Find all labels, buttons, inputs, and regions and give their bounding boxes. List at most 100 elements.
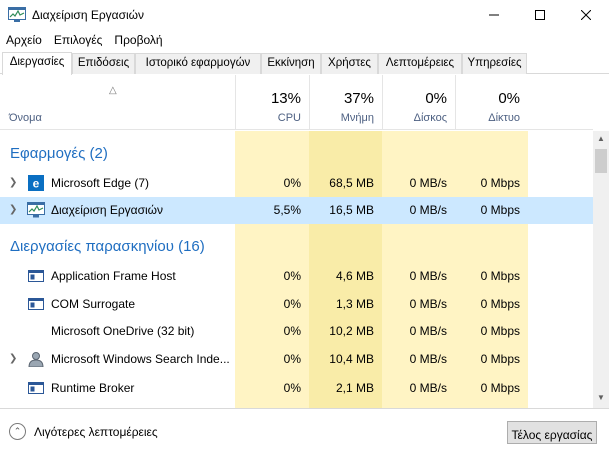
- process-row[interactable]: ❯ Microsoft Windows Search Inde... 0% 10…: [0, 346, 593, 373]
- process-name: Application Frame Host: [51, 269, 176, 283]
- window-icon: [28, 382, 44, 394]
- process-row[interactable]: Runtime Broker 0% 2,1 MB 0 MB/s 0 Mbps: [0, 375, 593, 402]
- scroll-up-icon[interactable]: ▲: [597, 134, 605, 143]
- process-row[interactable]: Microsoft OneDrive (32 bit) 0% 10,2 MB 0…: [0, 318, 593, 345]
- maximize-button[interactable]: [517, 0, 563, 30]
- disk-value: 0 MB/s: [409, 381, 447, 395]
- column-memory[interactable]: 37% Μνήμη: [309, 75, 382, 129]
- cpu-value: 0%: [283, 176, 301, 190]
- process-list: Εφαρμογές (2) ❯ e Microsoft Edge (7) 0% …: [0, 131, 593, 408]
- window-icon: [28, 270, 44, 282]
- memory-value: 10,2 MB: [329, 324, 374, 338]
- network-value: 0 Mbps: [480, 203, 520, 217]
- window-title: Διαχείριση Εργασιών: [32, 8, 145, 22]
- search-indexer-icon: [28, 352, 44, 367]
- chevron-up-icon: ⌃: [9, 423, 26, 440]
- process-row-selected[interactable]: ❯ Διαχείριση Εργασιών 5,5% 16,5 MB 0 MB/…: [0, 197, 593, 224]
- memory-value: 68,5 MB: [329, 176, 374, 190]
- cpu-value: 0%: [283, 269, 301, 283]
- process-name: Runtime Broker: [51, 381, 135, 395]
- disk-value: 0 MB/s: [409, 203, 447, 217]
- disk-value: 0 MB/s: [409, 176, 447, 190]
- tab-startup[interactable]: Εκκίνηση: [261, 53, 321, 74]
- tab-details[interactable]: Λεπτομέρειες: [378, 53, 462, 74]
- task-manager-icon: [8, 7, 26, 22]
- memory-value: 1,3 MB: [335, 297, 374, 311]
- tab-services[interactable]: Υπηρεσίες: [462, 53, 527, 74]
- network-value: 0 Mbps: [480, 269, 520, 283]
- minimize-button[interactable]: [471, 0, 517, 30]
- vertical-scrollbar[interactable]: ▲ ▼: [593, 131, 609, 408]
- menu-bar: Αρχείο Επιλογές Προβολή: [0, 31, 169, 51]
- group-apps[interactable]: Εφαρμογές (2): [10, 145, 108, 162]
- column-cpu[interactable]: 13% CPU: [235, 75, 309, 129]
- process-name: Διαχείριση Εργασιών: [51, 203, 164, 217]
- cpu-label: CPU: [277, 112, 301, 124]
- close-icon: [581, 10, 591, 20]
- network-value: 0 Mbps: [480, 324, 520, 338]
- process-name: Microsoft OneDrive (32 bit): [51, 324, 195, 338]
- tab-users[interactable]: Χρήστες: [321, 53, 378, 74]
- process-name: Microsoft Edge (7): [51, 176, 150, 190]
- fewer-details-toggle[interactable]: ⌃ Λιγότερες λεπτομέρειες: [9, 423, 158, 440]
- chevron-right-icon[interactable]: ❯: [9, 204, 17, 215]
- disk-value: 0 MB/s: [409, 269, 447, 283]
- network-total: 0%: [498, 90, 520, 107]
- process-row[interactable]: COM Surrogate 0% 1,3 MB 0 MB/s 0 Mbps: [0, 291, 593, 318]
- svg-text:e: e: [33, 177, 40, 191]
- cpu-value: 0%: [283, 381, 301, 395]
- sort-up-icon: △: [109, 85, 117, 96]
- process-name: Microsoft Windows Search Inde...: [51, 352, 230, 366]
- tab-performance[interactable]: Επιδόσεις: [72, 53, 135, 74]
- memory-value: 4,6 MB: [335, 269, 374, 283]
- menu-options[interactable]: Επιλογές: [48, 31, 109, 51]
- cpu-value: 0%: [283, 352, 301, 366]
- cpu-total: 13%: [270, 90, 301, 107]
- network-value: 0 Mbps: [480, 381, 520, 395]
- minimize-icon: [489, 14, 499, 16]
- column-disk[interactable]: 0% Δίσκος: [382, 75, 455, 129]
- group-background[interactable]: Διεργασίες παρασκηνίου (16): [10, 238, 205, 255]
- cpu-value: 0%: [283, 297, 301, 311]
- menu-view[interactable]: Προβολή: [108, 31, 168, 51]
- task-manager-icon: [27, 202, 45, 218]
- end-task-button[interactable]: Τέλος εργασίας: [507, 421, 597, 444]
- process-row[interactable]: Application Frame Host 0% 4,6 MB 0 MB/s …: [0, 263, 593, 290]
- footer: ⌃ Λιγότερες λεπτομέρειες Τέλος εργασίας: [0, 408, 609, 453]
- disk-total: 0%: [425, 90, 447, 107]
- network-value: 0 Mbps: [480, 352, 520, 366]
- column-header: △ Όνομα 13% CPU 37% Μνήμη 0% Δίσκος 0% Δ…: [0, 75, 593, 130]
- edge-icon: e: [28, 175, 44, 191]
- tab-app-history[interactable]: Ιστορικό εφαρμογών: [135, 53, 261, 74]
- memory-value: 10,4 MB: [329, 352, 374, 366]
- maximize-icon: [535, 10, 545, 20]
- memory-value: 16,5 MB: [329, 203, 374, 217]
- network-value: 0 Mbps: [480, 297, 520, 311]
- cpu-value: 0%: [283, 324, 301, 338]
- process-row[interactable]: ❯ e Microsoft Edge (7) 0% 68,5 MB 0 MB/s…: [0, 170, 593, 197]
- network-value: 0 Mbps: [480, 176, 520, 190]
- scrollbar-thumb[interactable]: [595, 149, 607, 173]
- disk-label: Δίσκος: [413, 112, 447, 124]
- disk-value: 0 MB/s: [409, 352, 447, 366]
- tab-bar: Διεργασίες Επιδόσεις Ιστορικό εφαρμογών …: [0, 52, 609, 75]
- memory-value: 2,1 MB: [335, 381, 374, 395]
- column-name[interactable]: Όνομα: [9, 112, 42, 124]
- process-name: COM Surrogate: [51, 297, 136, 311]
- disk-value: 0 MB/s: [409, 324, 447, 338]
- chevron-right-icon[interactable]: ❯: [9, 177, 17, 188]
- scroll-down-icon[interactable]: ▼: [597, 393, 605, 402]
- chevron-right-icon[interactable]: ❯: [9, 353, 17, 364]
- memory-label: Μνήμη: [340, 112, 374, 124]
- column-network[interactable]: 0% Δίκτυο: [455, 75, 528, 129]
- menu-file[interactable]: Αρχείο: [0, 31, 48, 51]
- tab-processes[interactable]: Διεργασίες: [2, 52, 72, 75]
- disk-value: 0 MB/s: [409, 297, 447, 311]
- close-button[interactable]: [563, 0, 609, 30]
- fewer-details-label: Λιγότερες λεπτομέρειες: [34, 424, 158, 439]
- cpu-value: 5,5%: [273, 203, 301, 217]
- title-bar: Διαχείριση Εργασιών: [0, 0, 609, 30]
- network-label: Δίκτυο: [488, 112, 520, 124]
- memory-total: 37%: [343, 90, 374, 107]
- window-icon: [28, 298, 44, 310]
